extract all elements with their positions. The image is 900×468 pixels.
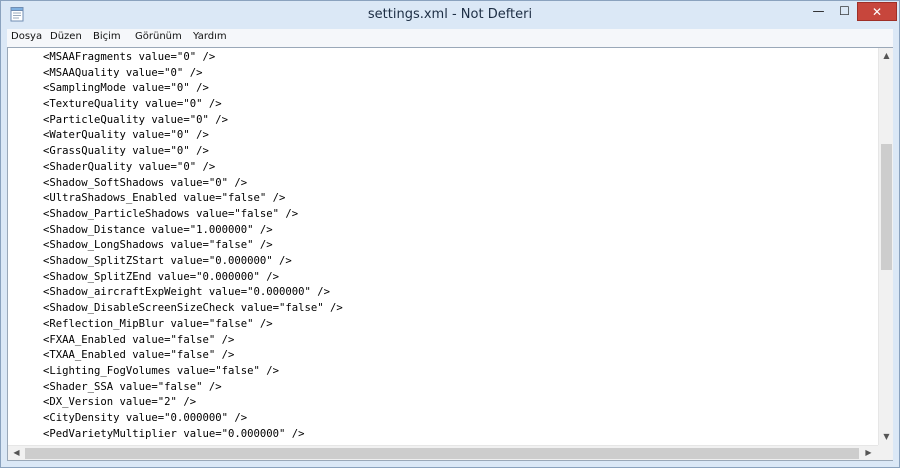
text-line: <Shadow_Distance value="1.000000" /> xyxy=(43,224,273,236)
text-line: <MSAAQuality value="0" /> xyxy=(43,67,203,79)
text-line: <FXAA_Enabled value="false" /> xyxy=(43,334,235,346)
text-line: <ShaderQuality value="0" /> xyxy=(43,161,216,173)
text-line: <Shadow_LongShadows value="false" /> xyxy=(43,239,273,251)
title-bar[interactable]: settings.xml - Not Defteri — ☐ ✕ xyxy=(1,1,899,29)
text-editor[interactable]: <MSAAFragments value="0" /> <MSAAQuality… xyxy=(7,47,893,461)
text-line: <WaterQuality value="0" /> xyxy=(43,129,209,141)
text-line: <TXAA_Enabled value="false" /> xyxy=(43,349,235,361)
text-line: <PedVarietyMultiplier value="0.000000" /… xyxy=(43,428,305,440)
text-line: <GrassQuality value="0" /> xyxy=(43,145,209,157)
menu-bar: Dosya Düzen Biçim Görünüm Yardım xyxy=(7,29,893,48)
text-line: <TextureQuality value="0" /> xyxy=(43,98,222,110)
text-line: <Shadow_DisableScreenSizeCheck value="fa… xyxy=(43,302,343,314)
text-line: <CityDensity value="0.000000" /> xyxy=(43,412,248,424)
close-button[interactable]: ✕ xyxy=(857,2,897,21)
vertical-scroll-thumb[interactable] xyxy=(881,144,892,270)
text-line: <Shader_SSA value="false" /> xyxy=(43,381,222,393)
text-line: <Shadow_SplitZEnd value="0.000000" /> xyxy=(43,271,279,283)
menu-view[interactable]: Görünüm xyxy=(135,31,182,42)
scroll-down-arrow-icon[interactable]: ▼ xyxy=(879,432,894,441)
text-line: <MSAAFragments value="0" /> xyxy=(43,51,216,63)
menu-edit[interactable]: Düzen xyxy=(50,31,82,42)
text-line: <Shadow_ParticleShadows value="false" /> xyxy=(43,208,299,220)
scroll-left-arrow-icon[interactable]: ◀ xyxy=(9,448,24,457)
text-line: <ParticleQuality value="0" /> xyxy=(43,114,228,126)
scroll-right-arrow-icon[interactable]: ▶ xyxy=(861,448,876,457)
scrollbar-corner xyxy=(878,445,893,460)
text-line: <Lighting_FogVolumes value="false" /> xyxy=(43,365,279,377)
horizontal-scroll-thumb[interactable] xyxy=(25,448,859,459)
text-line: <Reflection_MipBlur value="false" /> xyxy=(43,318,273,330)
text-line: <Shadow_SoftShadows value="0" /> xyxy=(43,177,248,189)
horizontal-scrollbar[interactable]: ◀ ▶ xyxy=(8,445,878,460)
menu-format[interactable]: Biçim xyxy=(93,31,121,42)
text-content[interactable]: <MSAAFragments value="0" /> <MSAAQuality… xyxy=(8,48,878,445)
text-line: <SamplingMode value="0" /> xyxy=(43,82,209,94)
text-line: <Shadow_SplitZStart value="0.000000" /> xyxy=(43,255,292,267)
window-title: settings.xml - Not Defteri xyxy=(367,7,533,22)
text-line: <Shadow_aircraftExpWeight value="0.00000… xyxy=(43,286,331,298)
menu-file[interactable]: Dosya xyxy=(11,31,42,42)
vertical-scrollbar[interactable]: ▲ ▼ xyxy=(878,48,893,445)
maximize-button[interactable]: ☐ xyxy=(832,2,857,21)
text-line: <UltraShadows_Enabled value="false" /> xyxy=(43,192,286,204)
minimize-button[interactable]: — xyxy=(805,2,832,21)
menu-help[interactable]: Yardım xyxy=(193,31,227,42)
notepad-window: settings.xml - Not Defteri — ☐ ✕ Dosya D… xyxy=(0,0,900,468)
scroll-up-arrow-icon[interactable]: ▲ xyxy=(879,51,894,60)
text-line: <DX_Version value="2" /> xyxy=(43,396,197,408)
